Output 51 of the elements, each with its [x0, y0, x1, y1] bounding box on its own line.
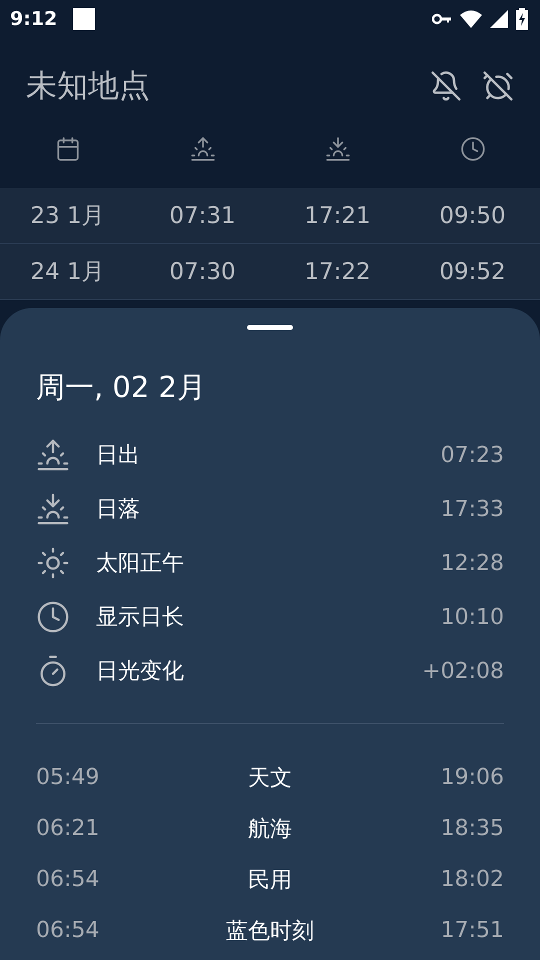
twilight-name: 航海 — [248, 816, 292, 844]
dusk-time: 17:51 — [440, 918, 504, 943]
detail-label: 日出 — [96, 442, 141, 470]
sun-icon — [36, 546, 70, 580]
notification-icon — [73, 8, 96, 30]
wifi-icon — [460, 10, 482, 28]
table-cell: 17:22 — [304, 258, 371, 284]
dawn-time: 06:21 — [36, 816, 100, 841]
key-icon — [432, 13, 452, 25]
calendar-icon — [54, 136, 80, 162]
table-cell-text: 23 1月 — [30, 202, 105, 231]
dawn-time: 06:54 — [36, 867, 100, 892]
day-row[interactable]: 24 1月 07:30 17:22 09:52 — [0, 244, 540, 300]
sunrise-icon — [190, 136, 216, 162]
clock-icon — [36, 600, 70, 634]
day-row[interactable]: 23 1月 07:31 17:21 09:50 — [0, 188, 540, 244]
clock-icon — [460, 136, 486, 162]
detail-label: 太阳正午 — [96, 550, 185, 578]
dawn-time: 05:49 — [36, 765, 100, 790]
dawn-time: 06:54 — [36, 918, 100, 943]
table-cell: 07:31 — [169, 202, 236, 228]
twilight-name: 蓝色时刻 — [226, 918, 314, 946]
detail-value: 17:33 — [440, 496, 504, 522]
sunset-icon — [36, 492, 70, 526]
detail-value: 10:10 — [440, 604, 504, 630]
table-cell-text: 24 1月 — [30, 258, 105, 287]
sunset-icon — [324, 136, 350, 162]
battery-icon — [516, 8, 528, 30]
table-cell: 09:50 — [439, 202, 506, 228]
twilight-name: 天文 — [248, 764, 292, 792]
detail-value: +02:08 — [422, 658, 504, 684]
table-cell: 07:30 — [169, 258, 236, 284]
table-cell: 17:21 — [304, 202, 371, 228]
detail-value: 12:28 — [440, 550, 504, 576]
table-cell: 09:52 — [439, 258, 506, 284]
detail-label: 日光变化 — [96, 658, 185, 686]
dusk-time: 18:02 — [440, 867, 504, 892]
alarm-off-button[interactable] — [482, 70, 514, 102]
detail-value: 07:23 — [440, 442, 504, 468]
detail-label: 日落 — [96, 496, 141, 524]
sunrise-icon — [36, 438, 70, 472]
signal-icon — [490, 10, 508, 28]
detail-label: 显示日长 — [96, 604, 185, 632]
notifications-off-button[interactable] — [430, 70, 462, 102]
twilight-name: 民用 — [248, 866, 292, 894]
status-time: 9:12 — [10, 8, 58, 30]
selected-date: 周一, 02 2月 — [36, 369, 208, 406]
dusk-time: 18:35 — [440, 816, 504, 841]
location-title: 未知地点 — [26, 67, 151, 106]
drag-handle[interactable] — [247, 325, 293, 330]
dusk-time: 19:06 — [440, 765, 504, 790]
